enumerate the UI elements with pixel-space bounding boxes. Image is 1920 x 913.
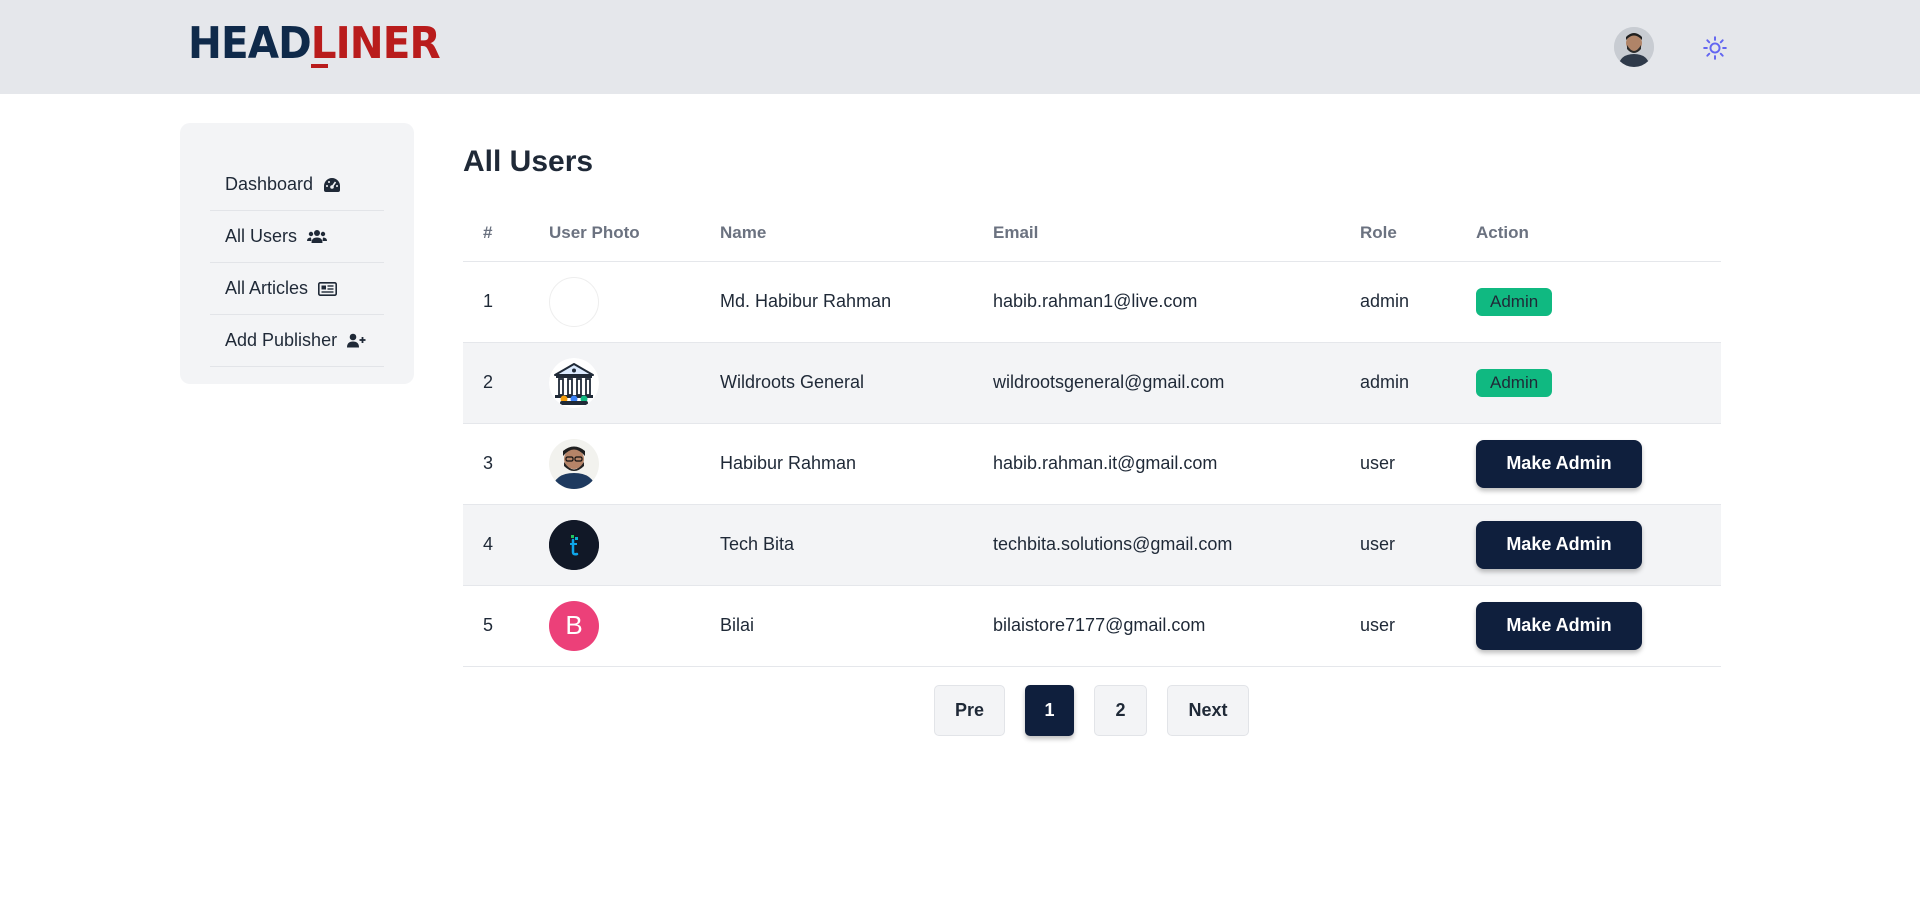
table-row: 5 B Bilai bilaistore7177@gmail.com user …: [463, 585, 1721, 667]
table-header-row: # User Photo Name Email Role Action: [463, 205, 1721, 262]
gauge-icon: [324, 177, 341, 192]
user-photo: [549, 438, 599, 489]
bank-building-icon: [549, 357, 599, 408]
top-navbar: HEADLINER: [0, 0, 1920, 94]
column-header-role: Role: [1360, 205, 1476, 262]
logo-underline: [311, 64, 328, 68]
sidebar-item-label: All Users: [225, 226, 298, 246]
pagination: Pre 1 2 Next: [934, 685, 1269, 736]
users-table: # User Photo Name Email Role Action 1 Md…: [463, 205, 1721, 667]
admin-badge: Admin: [1476, 368, 1553, 397]
user-name: Bilai: [720, 585, 993, 667]
tech-logo-icon: [549, 519, 599, 570]
make-admin-button[interactable]: Make Admin: [1476, 439, 1642, 488]
sidebar-item-add-publisher[interactable]: Add Publisher: [210, 315, 384, 367]
sidebar-item-all-articles[interactable]: All Articles: [210, 263, 384, 315]
user-name: Md. Habibur Rahman: [720, 261, 993, 343]
user-photo: [549, 276, 599, 327]
logo-liner-text: LINER: [310, 18, 441, 69]
table-row: 4 Tech Bita techbita.solutions@gmail.com…: [463, 504, 1721, 586]
user-role: user: [1360, 504, 1476, 586]
user-role: user: [1360, 585, 1476, 667]
site-logo[interactable]: HEADLINER: [188, 18, 441, 70]
sidebar: Dashboard All Users All Articles Add Pub…: [180, 123, 414, 384]
row-number: 2: [463, 342, 549, 424]
next-page-button[interactable]: Next: [1167, 685, 1249, 736]
user-name: Wildroots General: [720, 342, 993, 424]
person-photo-icon: [549, 438, 599, 489]
user-role: user: [1360, 423, 1476, 505]
table-row: 1 Md. Habibur Rahman habib.rahman1@live.…: [463, 261, 1721, 343]
table-row: 2 Wildroots General wildrootsgeneral@gma…: [463, 342, 1721, 424]
user-name: Habibur Rahman: [720, 423, 993, 505]
admin-badge: Admin: [1476, 287, 1553, 316]
user-email: bilaistore7177@gmail.com: [993, 585, 1360, 667]
user-role: admin: [1360, 342, 1476, 424]
column-header-photo: User Photo: [549, 205, 720, 262]
make-admin-button[interactable]: Make Admin: [1476, 520, 1642, 569]
user-email: habib.rahman.it@gmail.com: [993, 423, 1360, 505]
page-title: All Users: [463, 145, 594, 178]
user-name: Tech Bita: [720, 504, 993, 586]
user-email: techbita.solutions@gmail.com: [993, 504, 1360, 586]
page-1-button[interactable]: 1: [1025, 685, 1074, 736]
user-plus-icon: [347, 333, 366, 348]
user-email: wildrootsgeneral@gmail.com: [993, 342, 1360, 424]
column-header-action: Action: [1476, 205, 1721, 262]
make-admin-button[interactable]: Make Admin: [1476, 601, 1642, 650]
page-2-button[interactable]: 2: [1094, 685, 1147, 736]
column-header-number: #: [463, 205, 549, 262]
table-row: 3 Habibur Rahman habib.rahman.it@gmail.c…: [463, 423, 1721, 505]
user-photo: [549, 519, 599, 570]
row-number: 5: [463, 585, 549, 667]
row-number: 4: [463, 504, 549, 586]
sidebar-item-all-users[interactable]: All Users: [210, 211, 384, 263]
avatar-person-icon: [1614, 27, 1654, 67]
theme-toggle-button[interactable]: [1700, 33, 1730, 63]
row-number: 1: [463, 261, 549, 343]
prev-page-button[interactable]: Pre: [934, 685, 1005, 736]
sidebar-item-label: Dashboard: [225, 174, 314, 194]
column-header-name: Name: [720, 205, 993, 262]
sidebar-item-label: Add Publisher: [225, 330, 338, 350]
user-email: habib.rahman1@live.com: [993, 261, 1360, 343]
user-photo-letter: B: [549, 600, 599, 651]
users-icon: [307, 230, 328, 243]
sidebar-item-dashboard[interactable]: Dashboard: [210, 159, 384, 211]
sun-icon: [1703, 36, 1727, 60]
logo-head-text: HEAD: [188, 18, 312, 69]
column-header-email: Email: [993, 205, 1360, 262]
sidebar-item-label: All Articles: [225, 278, 309, 298]
user-avatar[interactable]: [1614, 27, 1654, 67]
newspaper-icon: [318, 281, 338, 296]
user-role: admin: [1360, 261, 1476, 343]
row-number: 3: [463, 423, 549, 505]
user-photo: [549, 357, 599, 408]
